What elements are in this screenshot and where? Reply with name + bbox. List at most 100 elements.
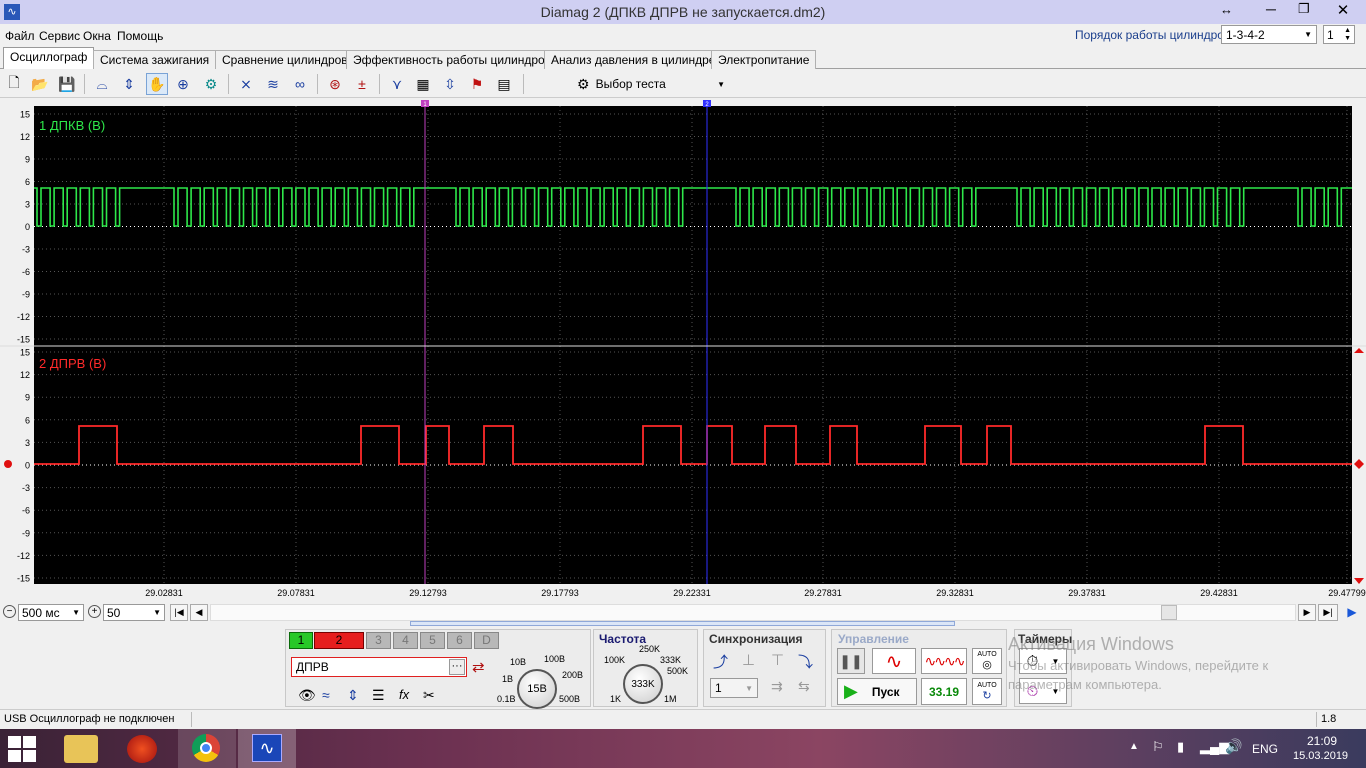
grid-icon[interactable]: ▦ (412, 73, 434, 95)
cylinder-order-value: 1-3-4-2 (1226, 27, 1265, 42)
save-icon[interactable]: 💾 (56, 73, 78, 95)
chevron-down-icon: ▼ (153, 608, 161, 617)
pause-button[interactable]: ❚❚ (837, 648, 865, 674)
more-button[interactable]: ··· (449, 659, 465, 675)
sync-up-icon[interactable]: ⊥ (742, 651, 755, 669)
sync-expand-icon[interactable]: ⇉ (771, 678, 783, 695)
sine-mode-button[interactable]: ∿ (872, 648, 916, 674)
scroll-last-button[interactable]: ▶| (1318, 604, 1338, 621)
channel-6-button[interactable]: 6 (447, 632, 472, 649)
threshold-line-icon[interactable]: ☰ (372, 687, 385, 704)
sync-collapse-icon[interactable]: ⇆ (798, 678, 810, 695)
clock-time[interactable]: 21:09 (1307, 734, 1337, 748)
tab-power-supply[interactable]: Электропитание (711, 50, 817, 69)
new-file-icon[interactable]: 🗋 (3, 73, 25, 95)
close-button[interactable]: ✕ (1320, 0, 1366, 22)
tab-oscilloscope[interactable]: Осциллограф (3, 47, 95, 69)
file-explorer-icon[interactable] (64, 735, 98, 763)
open-folder-icon[interactable]: 📂 (29, 73, 51, 95)
eye-icon[interactable]: 👁 (298, 687, 316, 704)
cylinder-order-select[interactable]: 1-3-4-2 ▼ (1221, 25, 1317, 44)
sync-channel-select[interactable]: 1 ▼ (710, 678, 758, 698)
channel-swap-icon[interactable]: ⇄ (472, 658, 485, 676)
language-indicator[interactable]: ENG (1252, 742, 1278, 756)
channel2-top-arrow[interactable] (1354, 348, 1364, 353)
signal-overlay-icon[interactable]: ∞ (289, 73, 311, 95)
channel-3-button[interactable]: 3 (366, 632, 391, 649)
panel-collapse-handle[interactable] (410, 621, 955, 626)
filter-icon[interactable]: ⚙ (200, 73, 222, 95)
channel2-bottom-arrow[interactable] (1354, 578, 1364, 584)
tray-up-arrow-icon[interactable]: ▲ (1129, 741, 1139, 752)
channel-2-button[interactable]: 2 (314, 632, 364, 649)
maximize-button[interactable]: ❐ (1298, 1, 1310, 17)
auto-rate-button[interactable]: AUTO ↻ (972, 678, 1002, 705)
signal-cross-icon[interactable]: ⨯ (235, 73, 257, 95)
channel2-right-marker[interactable] (1354, 459, 1364, 469)
menu-windows[interactable]: Окна (83, 29, 111, 43)
channel-name-input[interactable]: ДПРВ (291, 657, 467, 677)
curve-tool-icon[interactable]: ⌓ (91, 73, 113, 95)
waveform-style-icon[interactable]: ≈ (322, 687, 330, 703)
menu-service[interactable]: Сервис (39, 29, 80, 43)
channel-4-button[interactable]: 4 (393, 632, 418, 649)
formula-icon[interactable]: fx (399, 687, 409, 702)
start-windows-icon[interactable] (8, 736, 36, 762)
time-div-select[interactable]: 500 мс ▼ (18, 604, 84, 621)
math-filter-icon[interactable]: ⋎ (386, 73, 408, 95)
channel2-zero-marker[interactable] (4, 460, 12, 468)
sync-rising-icon[interactable]: ⤴ (713, 651, 728, 672)
tab-pressure-analysis[interactable]: Анализ давления в цилиндре (544, 50, 723, 69)
clock-date[interactable]: 15.03.2019 (1293, 750, 1348, 762)
sync-down-icon[interactable]: ⊤ (771, 651, 784, 669)
zoom-plus-icon[interactable]: + (88, 605, 101, 618)
vertical-scale-icon[interactable]: ⇕ (347, 687, 359, 704)
cylinder-index-spinner[interactable]: 1 ▲ ▼ (1323, 25, 1355, 44)
channel-1-button[interactable]: 1 (289, 632, 313, 649)
volt-knob[interactable]: 15В (517, 669, 557, 709)
scroll-left-button[interactable]: ◀ (190, 604, 208, 621)
test-select-dropdown[interactable]: ⚙ Выбор теста ▼ (573, 73, 729, 95)
scrollbar-thumb[interactable] (1161, 605, 1177, 620)
play-arrow-icon[interactable]: ▶ (1342, 604, 1362, 621)
noise-mode-button[interactable]: ∿∿∿∿ (921, 648, 967, 674)
horizontal-scrollbar-track[interactable] (210, 604, 1296, 621)
channel-d-button[interactable]: D (474, 632, 499, 649)
oscilloscope-view[interactable]: 15 12 9 6 3 0 -3 -6 -9 -12 -15 15 12 9 6 3 0 -3 -6 -9 -12 -1… (0, 98, 1366, 603)
tab-cylinder-comparison[interactable]: Сравнение цилиндров (215, 50, 355, 69)
time-div-minus-icon[interactable]: − (3, 605, 16, 618)
scroll-first-button[interactable]: |◀ (170, 604, 188, 621)
zoom-select[interactable]: 50 ▼ (103, 604, 165, 621)
frequency-knob[interactable]: 333K (623, 664, 663, 704)
auto-scale-icon[interactable]: ⊛ (324, 73, 346, 95)
tab-ignition-system[interactable]: Система зажигания (93, 50, 217, 69)
tab-cylinder-efficiency[interactable]: Эффективность работы цилиндров (346, 50, 559, 69)
split-icon[interactable]: ⇳ (439, 73, 461, 95)
marker-flag-icon[interactable]: ⚑ (466, 73, 488, 95)
zero-offset-icon[interactable]: ± (351, 73, 373, 95)
tray-battery-icon[interactable]: ▮ (1177, 739, 1184, 755)
tray-volume-icon[interactable]: 🔊 (1225, 738, 1242, 755)
report-icon[interactable]: ▤ (493, 73, 515, 95)
freq-label-250k: 250K (639, 644, 661, 654)
hand-tool-icon[interactable]: ✋ (146, 73, 168, 95)
auto-button[interactable]: AUTO ◎ (972, 648, 1002, 674)
restore-arrows-icon[interactable]: ↔ (1220, 2, 1233, 17)
tray-flag-icon[interactable]: ⚐ (1152, 739, 1164, 755)
start-button[interactable]: ▶ Пуск (837, 678, 917, 705)
menu-help[interactable]: Помощь (117, 29, 163, 43)
menu-file[interactable]: Файл (5, 29, 35, 43)
chrome-taskbar-button[interactable] (178, 729, 236, 768)
y-tick-label: -9 (22, 528, 30, 538)
signal-wave-icon[interactable]: ≋ (262, 73, 284, 95)
tools-icon[interactable]: ✂ (423, 687, 435, 704)
oscilloscope-canvas[interactable]: 15 12 9 6 3 0 -3 -6 -9 -12 -15 15 12 9 6 3 0 -3 -6 -9 -12 -1… (0, 98, 1366, 603)
zoom-icon[interactable]: ⊕ (172, 73, 194, 95)
channel-5-button[interactable]: 5 (420, 632, 445, 649)
minimize-button[interactable]: ─ (1266, 1, 1276, 17)
scroll-right-button[interactable]: ▶ (1298, 604, 1316, 621)
cursor-tool-icon[interactable]: ⇕ (118, 73, 140, 95)
ccleaner-icon[interactable] (127, 735, 157, 763)
diamag-taskbar-button[interactable]: ∿ (238, 729, 296, 768)
sync-auto-icon[interactable]: ⤵ (798, 651, 813, 672)
